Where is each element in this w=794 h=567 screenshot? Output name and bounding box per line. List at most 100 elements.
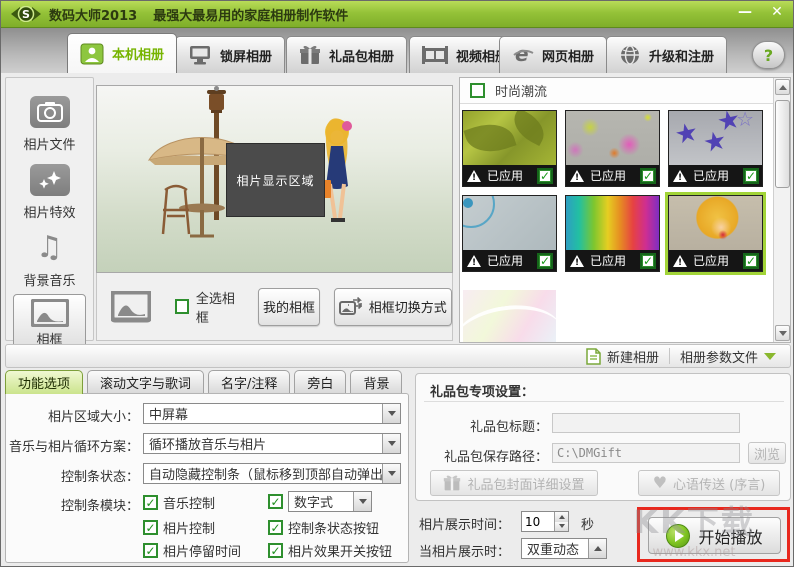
spinner-up-button[interactable] — [555, 512, 568, 522]
album-params-dropdown[interactable]: 相册参数文件 — [680, 347, 776, 366]
seconds-unit-label: 秒 — [581, 514, 594, 533]
frame-thumbnail-blue-tech[interactable]: 已应用 — [462, 195, 557, 272]
applied-badge: 已应用 — [463, 250, 556, 271]
photo-person-icon — [80, 43, 104, 65]
tab-label: 网页相册 — [542, 46, 594, 65]
camera-icon — [30, 96, 70, 128]
sidebar-item-photo-frame[interactable]: 相框 — [13, 294, 86, 350]
select-all-frames-checkbox[interactable] — [175, 299, 189, 314]
photo-frame-icon — [31, 299, 69, 327]
photo-fx-button-checkbox[interactable] — [268, 543, 283, 558]
display-time-input[interactable] — [522, 512, 554, 531]
module-digital-style[interactable]: 数字式 — [268, 491, 372, 512]
help-button[interactable]: ? — [752, 41, 785, 69]
toolbar-divider — [669, 348, 670, 364]
play-button-highlight: 开始播放 — [637, 507, 790, 562]
giftpack-title-input[interactable] — [552, 413, 740, 433]
control-bar-state-select[interactable]: 自动隐藏控制条（鼠标移到顶部自动弹出） — [143, 463, 401, 484]
frame-thumbnail-purple-stars[interactable]: 已应用 — [668, 110, 763, 187]
music-control-checkbox[interactable] — [143, 495, 158, 510]
thumbnail-image — [669, 111, 762, 165]
scrollbar-thumb[interactable] — [775, 100, 790, 188]
scroll-up-button[interactable] — [775, 79, 790, 95]
photo-stay-time-checkbox[interactable] — [143, 543, 158, 558]
bar-state-button-checkbox[interactable] — [268, 520, 283, 535]
giftpack-path-input[interactable] — [552, 443, 740, 463]
module-photo-fx-button[interactable]: 相片效果开关按钮 — [268, 541, 392, 560]
music-loop-select[interactable]: 循环播放音乐与相片 — [143, 433, 401, 454]
tab-background[interactable]: 背景 — [350, 370, 402, 394]
chevron-down-icon[interactable] — [382, 464, 400, 483]
tab-name-annotation[interactable]: 名字/注释 — [208, 370, 290, 394]
photo-area-size-select[interactable]: 中屏幕 — [143, 403, 401, 424]
frames-library-panel: 时尚潮流 已应用 已应用 已应用 — [459, 77, 791, 343]
tab-web-album[interactable]: e 网页相册 — [499, 36, 607, 73]
app-tagline: 最强大最易用的家庭相册制作软件 — [153, 5, 348, 24]
module-bar-state-button[interactable]: 控制条状态按钮 — [268, 518, 379, 537]
module-photo-stay-time[interactable]: 相片停留时间 — [143, 541, 241, 560]
applied-checkbox[interactable] — [640, 168, 656, 184]
thumbnail-image — [463, 290, 556, 343]
svg-text:S: S — [22, 8, 30, 21]
start-playback-button[interactable]: 开始播放 — [648, 517, 781, 554]
monitor-icon — [188, 44, 212, 66]
applied-badge: 已应用 — [566, 165, 659, 186]
heart-message-button[interactable]: ♥ 心语传送 (序言) — [638, 470, 780, 496]
module-photo-control[interactable]: 相片控制 — [143, 518, 215, 537]
frame-thumbnail-color-bokeh[interactable]: 已应用 — [565, 110, 660, 187]
tab-lockscreen-album[interactable]: 锁屏相册 — [175, 36, 285, 73]
gift-icon — [443, 474, 461, 492]
applied-checkbox[interactable] — [640, 253, 656, 269]
sidebar-item-label: 相片文件 — [23, 138, 75, 153]
giftpack-cover-settings-button[interactable]: 礼品包封面详细设置 — [430, 470, 598, 496]
applied-checkbox[interactable] — [743, 168, 759, 184]
new-album-link[interactable]: 新建相册 — [586, 347, 659, 366]
minimize-button[interactable]: — — [735, 4, 755, 20]
photo-control-checkbox[interactable] — [143, 520, 158, 535]
tab-upgrade-register[interactable]: 升级和注册 — [606, 36, 727, 73]
applied-checkbox[interactable] — [537, 253, 553, 269]
frame-thumbnail-green-leaves[interactable]: 已应用 — [462, 110, 557, 187]
applied-badge: 已应用 — [566, 250, 659, 271]
tab-giftpack-album[interactable]: 礼品包相册 — [286, 36, 407, 73]
sidebar-item-background-music[interactable]: ♫ 背景音乐 — [6, 232, 93, 289]
sidebar-item-photo-files[interactable]: 相片文件 — [6, 96, 93, 153]
sidebar-item-label: 背景音乐 — [23, 274, 75, 289]
film-icon — [422, 45, 448, 65]
category-label: 时尚潮流 — [495, 81, 547, 100]
frame-thumbnail-rainbow-stripes[interactable]: 已应用 — [565, 195, 660, 272]
tab-local-album[interactable]: 本机相册 — [67, 33, 177, 73]
warning-icon — [569, 254, 585, 267]
spinner-down-button[interactable] — [555, 522, 568, 532]
chevron-down-icon[interactable] — [353, 492, 371, 511]
app-title: 数码大师2013 — [49, 5, 137, 24]
display-time-spinner[interactable] — [521, 511, 569, 532]
browse-button[interactable]: 浏览 — [748, 442, 786, 464]
digital-style-checkbox[interactable] — [268, 494, 283, 509]
frames-scrollbar[interactable] — [773, 78, 790, 342]
chevron-up-icon[interactable] — [588, 539, 606, 558]
main-tab-bar: 本机相册 锁屏相册 礼品包相册 视频相册 e 网页相册 — [1, 28, 794, 73]
close-button[interactable]: ✕ — [767, 4, 787, 20]
category-checkbox[interactable] — [470, 83, 485, 98]
frame-thumbnail-pastel-swirl[interactable] — [462, 289, 557, 343]
gift-icon — [299, 44, 321, 66]
module-music-control[interactable]: 音乐控制 — [143, 493, 215, 512]
applied-checkbox[interactable] — [537, 168, 553, 184]
frame-switch-mode-button[interactable]: 相框切换方式 — [334, 288, 452, 326]
tab-scrolling-text-lyrics[interactable]: 滚动文字与歌词 — [87, 370, 204, 394]
sidebar-item-photo-effects[interactable]: 相片特效 — [6, 164, 93, 221]
scroll-down-button[interactable] — [775, 325, 790, 341]
separator — [424, 401, 784, 402]
my-frames-button[interactable]: 我的相框 — [258, 288, 319, 326]
tab-narration[interactable]: 旁白 — [294, 370, 346, 394]
chevron-down-icon[interactable] — [382, 434, 400, 453]
warning-icon — [672, 169, 688, 182]
digital-style-select[interactable]: 数字式 — [288, 491, 372, 512]
frame-thumbnail-cartoon-girl[interactable]: 已应用 — [668, 195, 763, 272]
tab-function-options[interactable]: 功能选项 — [5, 370, 83, 394]
photo-area-size-label: 相片区域大小： — [9, 406, 139, 425]
chevron-down-icon[interactable] — [382, 404, 400, 423]
applied-checkbox[interactable] — [743, 253, 759, 269]
display-mode-select[interactable]: 双重动态 — [521, 538, 607, 559]
